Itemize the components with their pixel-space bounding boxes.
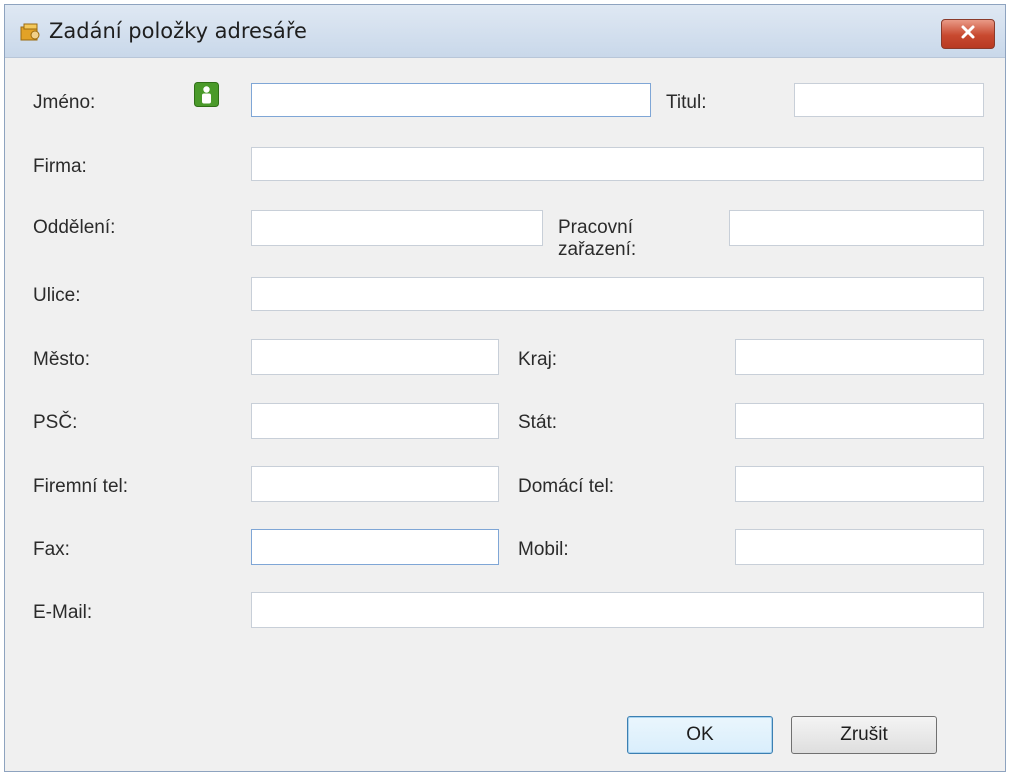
jmeno-label: Jméno: — [33, 92, 96, 113]
fax-input[interactable] — [251, 529, 499, 565]
title-bar[interactable]: Zadání položky adresáře — [5, 5, 1005, 58]
fax-label: Fax: — [33, 539, 70, 560]
stat-label: Stát: — [518, 412, 558, 433]
firma-input[interactable] — [251, 147, 984, 181]
kraj-input[interactable] — [735, 339, 984, 375]
person-icon[interactable] — [194, 82, 219, 107]
ulice-input[interactable] — [251, 277, 984, 311]
firma-label: Firma: — [33, 156, 87, 177]
titul-input[interactable] — [794, 83, 984, 117]
address-entry-dialog: Zadání položky adresáře Jméno: Titul: Fi… — [4, 4, 1006, 772]
pracovni-label-line1: Pracovní — [558, 217, 633, 238]
ok-button[interactable]: OK — [627, 716, 773, 754]
cancel-button[interactable]: Zrušit — [791, 716, 937, 754]
email-label: E-Mail: — [33, 602, 93, 623]
mesto-input[interactable] — [251, 339, 499, 375]
oddeleni-input[interactable] — [251, 210, 543, 246]
mobil-label: Mobil: — [518, 539, 569, 560]
titul-label: Titul: — [666, 92, 707, 113]
pracovni-label-line2: zařazení: — [558, 239, 637, 260]
jmeno-input[interactable] — [251, 83, 651, 117]
oddeleni-label: Oddělení: — [33, 217, 116, 238]
psc-label: PSČ: — [33, 412, 78, 433]
close-button[interactable] — [941, 19, 995, 49]
email-input[interactable] — [251, 592, 984, 628]
ulice-label: Ulice: — [33, 285, 81, 306]
address-book-icon — [19, 21, 41, 43]
pracovni-input[interactable] — [729, 210, 984, 246]
kraj-label: Kraj: — [518, 349, 558, 370]
domaci-tel-label: Domácí tel: — [518, 476, 615, 497]
firemni-tel-input[interactable] — [251, 466, 499, 502]
stat-input[interactable] — [735, 403, 984, 439]
domaci-tel-input[interactable] — [735, 466, 984, 502]
firemni-tel-label: Firemní tel: — [33, 476, 129, 497]
close-icon — [960, 24, 976, 45]
window-title: Zadání položky adresáře — [49, 19, 307, 43]
mesto-label: Město: — [33, 349, 91, 370]
psc-input[interactable] — [251, 403, 499, 439]
mobil-input[interactable] — [735, 529, 984, 565]
